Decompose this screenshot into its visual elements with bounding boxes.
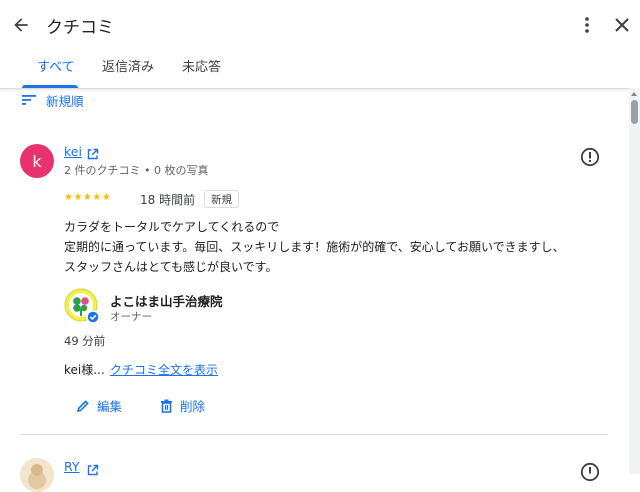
owner-name: よこはま山手治療院 — [110, 294, 223, 309]
reviewer-name-link[interactable]: kei — [64, 144, 82, 159]
review-text: カラダをトータルでケアしてくれるので 定期的に通っています。毎回、スッキリします… — [64, 220, 565, 274]
delete-icon — [161, 399, 172, 413]
tab-bar: すべて 返信済み 未応答 — [0, 46, 640, 88]
scroll-thumb[interactable] — [631, 100, 638, 124]
review-divider — [20, 434, 608, 435]
scrollbar[interactable] — [629, 88, 640, 474]
new-badge: 新規 — [204, 190, 239, 208]
active-tab-indicator — [22, 85, 78, 88]
delete-label: 削除 — [180, 399, 206, 414]
review-time: 18 時間前 — [140, 193, 196, 207]
more-options-button[interactable] — [576, 13, 598, 37]
sort-button[interactable]: 新規順 — [22, 90, 84, 110]
reviewer-name-link[interactable]: RY — [64, 459, 80, 474]
close-button[interactable] — [611, 14, 633, 36]
sort-icon — [22, 95, 36, 105]
app-header: クチコミ すべて 返信済み 未応答 — [0, 0, 640, 89]
rating-stars: ★★★★★ — [64, 192, 112, 203]
arrow-back-icon — [14, 18, 28, 32]
scroll-up-arrow[interactable] — [631, 92, 637, 96]
reviewer-avatar[interactable] — [20, 458, 54, 492]
delete-button[interactable]: 削除 — [160, 396, 205, 415]
reviewer-avatar[interactable]: k — [20, 144, 54, 178]
report-icon — [580, 147, 600, 167]
more-vert-icon — [585, 17, 589, 33]
edit-button[interactable]: 編集 — [76, 396, 122, 415]
reviewer-stats: 2 件のクチコミ • 0 枚の写真 — [64, 164, 209, 177]
close-icon — [615, 18, 629, 32]
edit-label: 編集 — [97, 399, 123, 414]
tab-replied[interactable]: 返信済み — [102, 56, 154, 75]
back-button[interactable] — [8, 12, 34, 38]
reply-time: 49 分前 — [64, 334, 106, 348]
owner-logo — [64, 288, 100, 324]
report-button[interactable] — [580, 462, 600, 486]
edit-icon — [76, 399, 89, 412]
report-icon — [580, 462, 600, 482]
show-full-review-link[interactable]: クチコミ全文を表示 — [110, 361, 218, 378]
tab-unanswered[interactable]: 未応答 — [182, 56, 221, 75]
reply-snippet: kei様... — [64, 363, 105, 377]
page-title: クチコミ — [46, 18, 114, 38]
verified-icon — [86, 310, 100, 324]
tab-all[interactable]: すべて — [37, 56, 75, 75]
owner-role: オーナー — [110, 311, 152, 323]
open-in-new-icon[interactable] — [87, 461, 99, 480]
sort-label: 新規順 — [46, 93, 84, 109]
report-button[interactable] — [580, 147, 600, 171]
